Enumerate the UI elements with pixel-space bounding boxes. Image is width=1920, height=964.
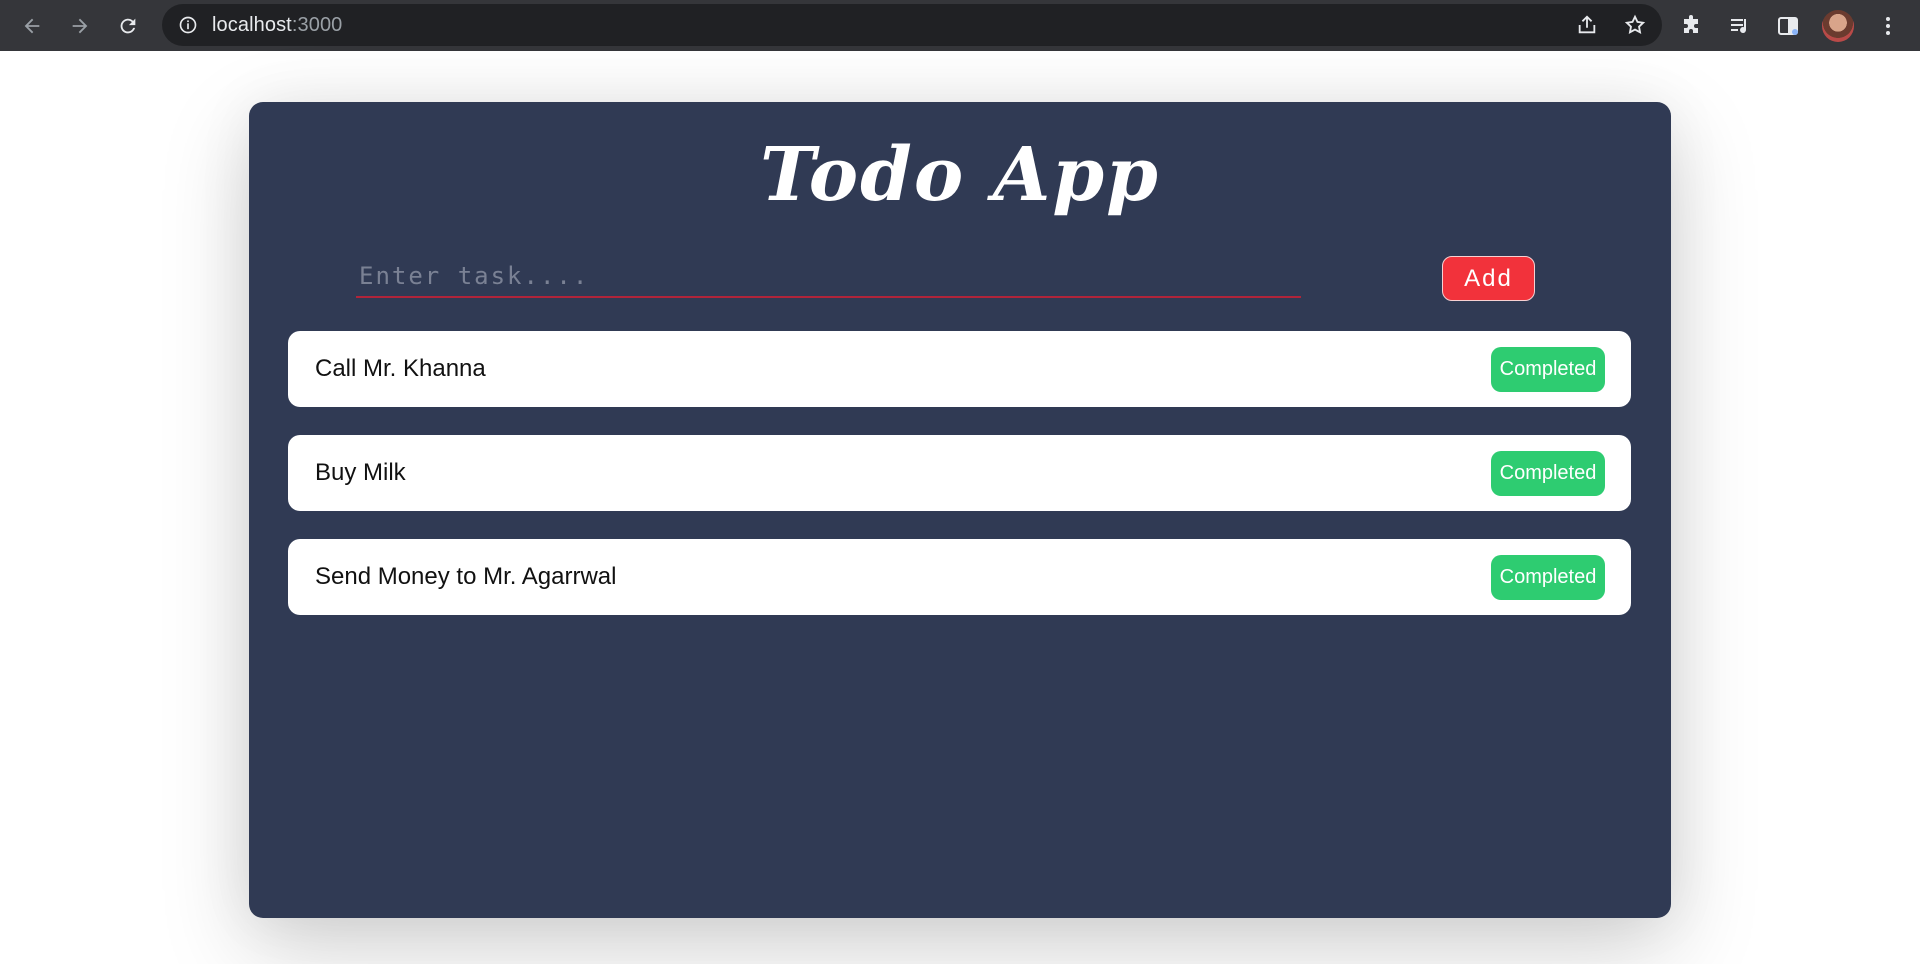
url-text: localhost:3000 (212, 14, 342, 37)
extensions-puzzle-icon[interactable] (1678, 12, 1706, 40)
completed-button[interactable]: Completed (1491, 450, 1605, 496)
arrow-right-icon (72, 18, 88, 33)
address-bar[interactable]: localhost:3000 (162, 4, 1662, 46)
task-item: Call Mr. Khanna Completed (288, 331, 1631, 407)
reload-icon (120, 18, 136, 33)
back-button[interactable] (8, 2, 56, 50)
site-info-icon[interactable] (176, 13, 200, 37)
task-item: Buy Milk Completed (288, 435, 1631, 511)
browser-toolbar: localhost:3000 (0, 0, 1920, 51)
page-content: Todo App Add Call Mr. Khanna Completed B… (0, 51, 1920, 964)
url-port: :3000 (291, 13, 343, 36)
forward-button[interactable] (56, 2, 104, 50)
add-button[interactable]: Add (1442, 256, 1535, 301)
app-title: Todo App (760, 132, 1160, 218)
arrow-left-icon (24, 18, 40, 33)
task-list: Call Mr. Khanna Completed Buy Milk Compl… (288, 331, 1631, 643)
task-text: Call Mr. Khanna (315, 355, 486, 382)
task-text: Buy Milk (315, 459, 406, 486)
task-text: Send Money to Mr. Agarrwal (315, 563, 617, 590)
todo-card: Todo App Add Call Mr. Khanna Completed B… (249, 102, 1671, 918)
reload-button[interactable] (104, 2, 152, 50)
completed-button[interactable]: Completed (1491, 554, 1605, 600)
task-input[interactable] (356, 256, 1301, 298)
completed-button[interactable]: Completed (1491, 346, 1605, 392)
side-panel-icon[interactable] (1774, 12, 1802, 40)
profile-avatar[interactable] (1822, 9, 1854, 42)
share-icon[interactable] (1574, 12, 1600, 38)
more-menu-icon[interactable] (1874, 12, 1902, 40)
bookmark-star-icon[interactable] (1622, 12, 1648, 38)
url-host: localhost (212, 13, 292, 36)
media-queue-icon[interactable] (1726, 12, 1754, 40)
task-item: Send Money to Mr. Agarrwal Completed (288, 539, 1631, 615)
